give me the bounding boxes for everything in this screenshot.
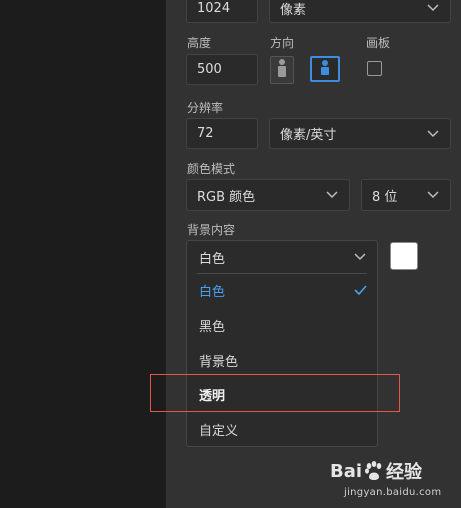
paw-logo-icon xyxy=(365,461,382,480)
chevron-down-icon xyxy=(353,250,367,264)
width-input[interactable]: 1024 xyxy=(186,0,258,23)
baidu-jingyan-watermark: Bai 经验 jingyan.baidu.com xyxy=(330,455,455,503)
color-mode-select[interactable]: RGB 颜色 xyxy=(186,179,350,211)
chevron-down-icon xyxy=(426,127,440,141)
watermark-brand-right: 经验 xyxy=(386,462,423,483)
resolution-unit-select[interactable]: 像素/英寸 xyxy=(269,118,451,149)
width-value: 1024 xyxy=(197,0,231,16)
color-mode-value: RGB 颜色 xyxy=(197,189,256,205)
portrait-orientation-button[interactable] xyxy=(270,56,294,84)
height-input[interactable]: 500 xyxy=(186,54,258,85)
checkmark-icon xyxy=(353,283,367,297)
option-label: 黑色 xyxy=(199,319,226,335)
height-value: 500 xyxy=(197,62,222,77)
background-contents-dropdown[interactable]: 白色 白色 黑色 背景色 透明 自定义 xyxy=(186,240,378,447)
background-option-custom[interactable]: 自定义 xyxy=(187,412,377,446)
width-unit-select[interactable]: 像素 xyxy=(269,0,451,23)
chevron-down-icon xyxy=(426,1,440,15)
resolution-value: 72 xyxy=(197,126,214,141)
color-mode-label: 颜色模式 xyxy=(187,162,236,176)
watermark-brand-left: Bai xyxy=(330,460,363,482)
background-contents-label: 背景内容 xyxy=(187,223,236,237)
option-label: 白色 xyxy=(199,284,226,300)
width-unit-value: 像素 xyxy=(280,2,307,18)
option-label: 自定义 xyxy=(199,423,239,439)
bit-depth-select[interactable]: 8 位 xyxy=(361,179,451,211)
resolution-label: 分辨率 xyxy=(187,101,224,115)
background-contents-select[interactable]: 白色 xyxy=(187,241,377,273)
landscape-icon xyxy=(317,59,333,79)
background-option-black[interactable]: 黑色 xyxy=(187,308,377,342)
artboard-label: 画板 xyxy=(366,36,391,50)
orientation-label: 方向 xyxy=(270,36,295,50)
bit-depth-value: 8 位 xyxy=(372,189,398,205)
chevron-down-icon xyxy=(325,188,339,202)
resolution-input[interactable]: 72 xyxy=(186,118,258,149)
resolution-unit-value: 像素/英寸 xyxy=(280,128,337,143)
watermark-url: jingyan.baidu.com xyxy=(344,487,442,498)
background-option-white[interactable]: 白色 xyxy=(187,273,377,307)
option-label: 背景色 xyxy=(199,354,239,370)
background-selected-value: 白色 xyxy=(199,251,226,267)
background-option-background-color[interactable]: 背景色 xyxy=(187,343,377,377)
canvas-area xyxy=(0,0,166,508)
annotation-highlight-box xyxy=(150,374,400,412)
height-label: 高度 xyxy=(187,36,212,50)
portrait-icon xyxy=(276,58,288,82)
background-color-swatch[interactable] xyxy=(390,242,418,270)
landscape-orientation-button[interactable] xyxy=(310,56,340,82)
artboard-checkbox[interactable] xyxy=(367,61,382,76)
chevron-down-icon xyxy=(426,188,440,202)
